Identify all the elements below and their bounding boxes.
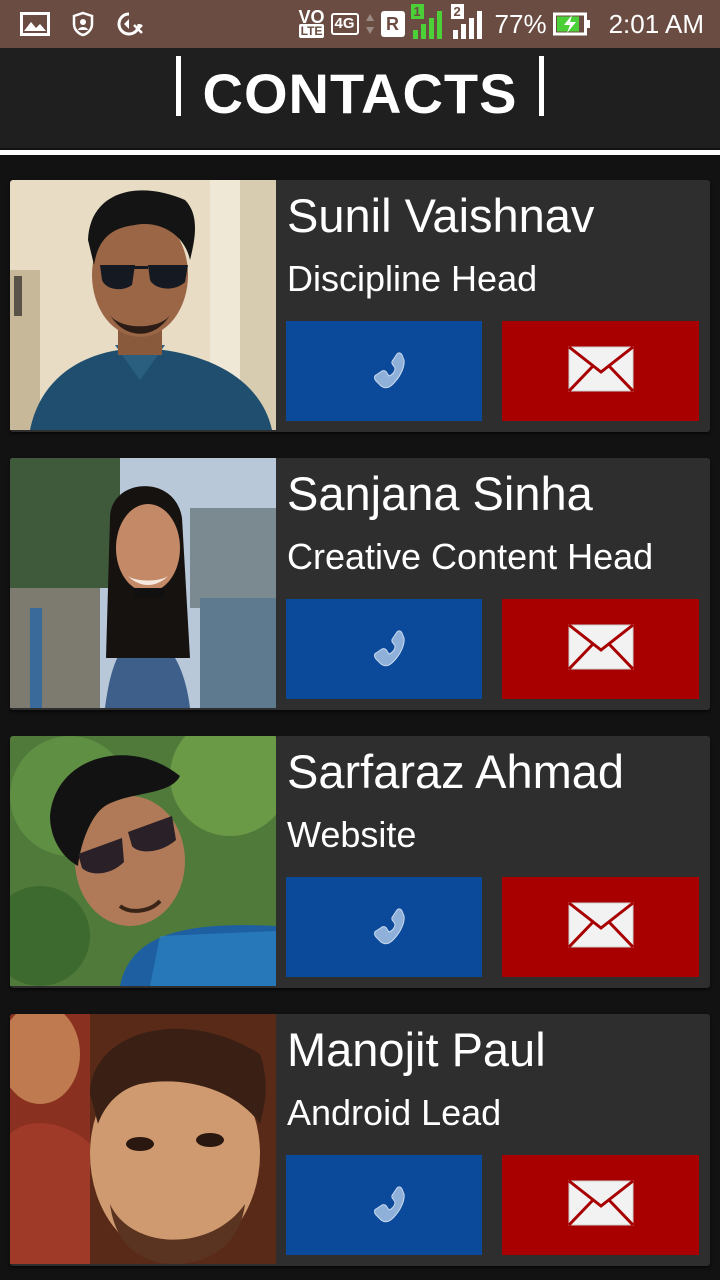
contact-role: Website [287,814,417,855]
battery-percent: 77% [494,8,547,39]
call-button[interactable] [286,599,482,699]
email-button[interactable] [502,877,699,977]
email-button[interactable] [502,321,699,421]
contact-name: Manojit Paul [287,1023,546,1076]
contact-role: Creative Content Head [287,536,654,577]
title-left-bar [175,56,181,116]
battery-charging-icon [552,12,591,36]
email-button[interactable] [502,1155,699,1255]
phone-icon [359,900,409,954]
signal-icon: 1 [410,4,445,40]
title-right-bar [539,56,545,116]
page-title: CONTACTS [202,61,518,125]
contact-name: Sarfaraz Ahmad [287,745,625,798]
contact-role: Discipline Head [287,258,538,299]
call-button[interactable] [286,1155,482,1255]
call-button[interactable] [286,877,482,977]
email-button[interactable] [502,599,699,699]
phone-icon [359,1178,409,1232]
contact-photo [10,458,276,708]
contact-card: Sarfaraz Ahmad Website [10,736,710,988]
header-divider [0,150,720,155]
shield-icon [72,11,94,37]
mail-icon [567,345,634,396]
contact-card: Sunil Vaishnav Discipline Head [10,180,710,432]
data-saver-icon [116,11,144,37]
contact-photo [10,1014,276,1264]
contact-name: Sanjana Sinha [287,467,593,520]
network-type-badge: 4G [330,13,359,35]
volte-icon: VO LTE [298,7,325,38]
contact-card: Sanjana Sinha Creative Content Head [10,458,710,710]
contact-name: Sunil Vaishnav [287,189,595,242]
phone-icon [359,344,409,398]
mail-icon [567,623,634,674]
mail-icon [567,901,634,952]
gallery-icon [20,12,50,36]
phone-icon [359,622,409,676]
clock: 2:01 AM [608,8,704,39]
contact-photo [10,736,276,986]
call-button[interactable] [286,321,482,421]
app-header: CONTACTS [0,48,720,148]
status-bar: VO LTE 4G R 1 2 77% 2:01 AM [0,0,720,48]
contact-card: Manojit Paul Android Lead [10,1014,710,1266]
data-arrows-icon [365,12,375,36]
roaming-badge: R [380,11,405,37]
contact-photo [10,180,276,430]
contact-role: Android Lead [287,1092,502,1133]
mail-icon [567,1179,634,1230]
signal-icon: 2 [450,4,485,40]
